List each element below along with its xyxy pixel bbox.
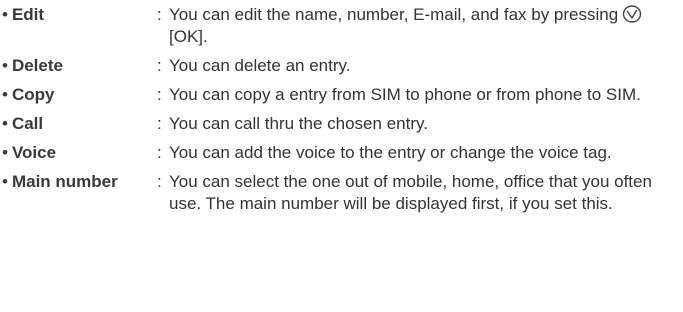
ok-key-icon xyxy=(623,5,642,23)
list-item-copy: • Copy : You can copy a entry from SIM to… xyxy=(0,84,683,106)
colon: : xyxy=(157,143,162,162)
term-delete: Delete xyxy=(11,56,63,75)
bullet: • xyxy=(2,114,8,133)
list-item-call: • Call : You can call thru the chosen ent… xyxy=(0,113,683,135)
colon: : xyxy=(157,56,162,75)
term-main-number: Main number xyxy=(11,172,118,191)
list-item-main-number: • Main number : You can select the one ou… xyxy=(0,171,683,215)
bullet: • xyxy=(2,5,8,24)
term-call: Call xyxy=(11,114,44,133)
desc-main-number: You can select the one out of mobile, ho… xyxy=(169,172,652,213)
term-edit: Edit xyxy=(11,5,45,24)
desc-call: You can call thru the chosen entry. xyxy=(169,114,428,133)
colon: : xyxy=(157,5,162,24)
desc-edit: You can edit the name, number, E-mail, a… xyxy=(169,4,683,48)
term-voice: Voice xyxy=(11,143,57,162)
term-copy: Copy xyxy=(11,85,55,104)
options-list: • Edit : You can edit the name, number, E… xyxy=(0,0,683,312)
desc-copy: You can copy a entry from SIM to phone o… xyxy=(169,85,641,104)
colon: : xyxy=(157,172,162,191)
colon: : xyxy=(157,114,162,133)
bullet: • xyxy=(2,56,8,75)
list-item-delete: • Delete : You can delete an entry. xyxy=(0,55,683,77)
desc-voice: You can add the voice to the entry or ch… xyxy=(169,143,612,162)
list-item-edit: • Edit : You can edit the name, number, E… xyxy=(0,4,683,48)
list-item-voice: • Voice : You can add the voice to the en… xyxy=(0,142,683,164)
bullet: • xyxy=(2,143,8,162)
bullet: • xyxy=(2,172,8,191)
desc-delete: You can delete an entry. xyxy=(169,56,351,75)
bullet: • xyxy=(2,85,8,104)
colon: : xyxy=(157,85,162,104)
